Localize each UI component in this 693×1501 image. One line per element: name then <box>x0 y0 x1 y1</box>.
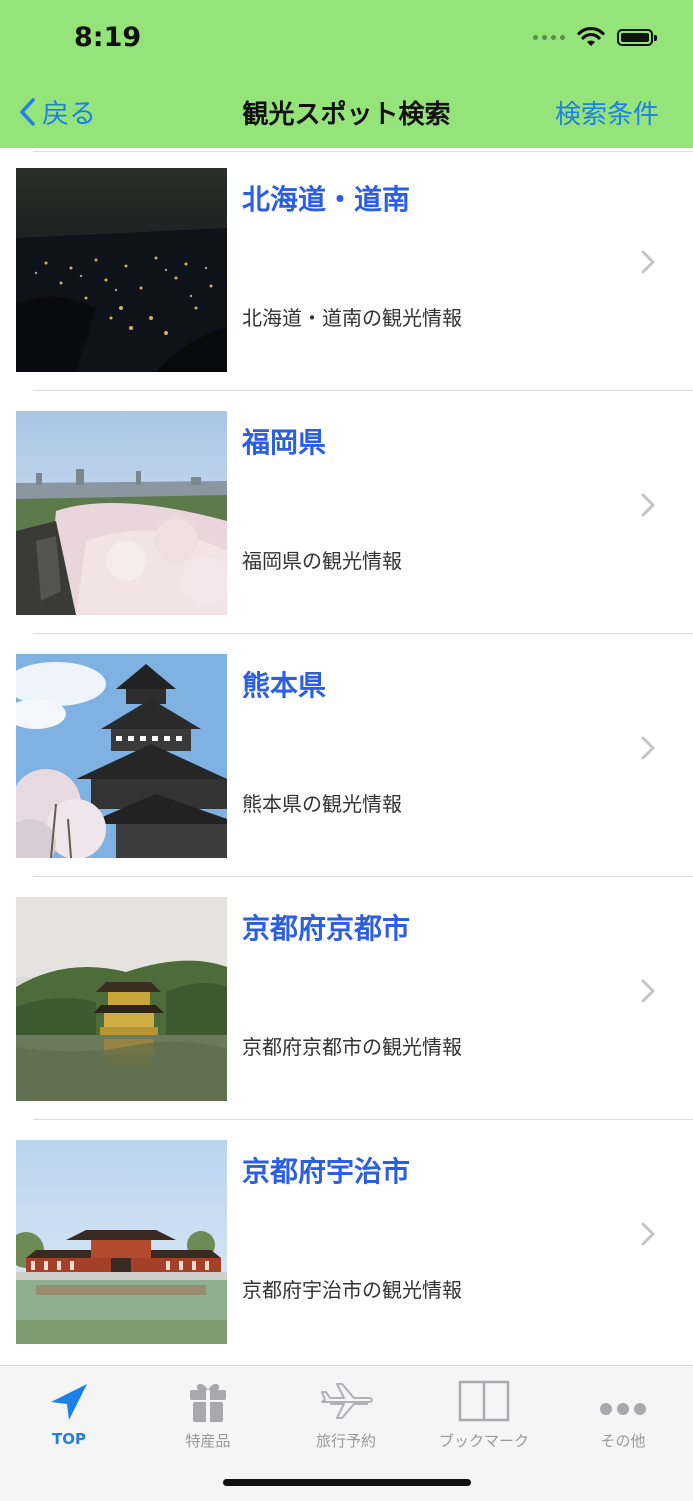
tab-more[interactable]: その他 <box>563 1372 683 1451</box>
spot-subtitle: 京都府京都市の観光情報 <box>242 1035 462 1059</box>
spot-subtitle: 熊本県の観光情報 <box>242 792 402 816</box>
spot-thumbnail <box>16 1140 227 1344</box>
home-indicator <box>223 1479 471 1486</box>
list-item[interactable]: 北海道・道南 北海道・道南の観光情報 <box>0 148 693 391</box>
tab-bookmark[interactable]: ブックマーク <box>424 1372 544 1451</box>
spot-thumbnail <box>16 654 227 858</box>
spot-thumbnail <box>16 168 227 372</box>
battery-icon <box>617 28 657 46</box>
search-conditions-button[interactable]: 検索条件 <box>555 94 659 131</box>
spot-title: 北海道・道南 <box>242 183 411 216</box>
tab-label: その他 <box>600 1432 646 1450</box>
chevron-right-icon <box>641 736 655 760</box>
status-time: 8:19 <box>74 22 142 53</box>
airplane-icon <box>321 1383 373 1419</box>
chevron-right-icon <box>641 1222 655 1246</box>
signal-icon <box>533 34 565 40</box>
status-indicators <box>533 27 657 47</box>
list-item[interactable]: 京都府宇治市 京都府宇治市の観光情報 <box>0 1120 693 1363</box>
spot-subtitle: 福岡県の観光情報 <box>242 549 402 573</box>
tab-specialty[interactable]: 特産品 <box>148 1372 268 1451</box>
wifi-icon <box>577 27 605 46</box>
spot-subtitle: 京都府宇治市の観光情報 <box>242 1278 462 1302</box>
spot-title: 熊本県 <box>242 669 327 702</box>
navigation-header: 8:19 戻る 観光スポット検索 検索条件 <box>0 0 693 148</box>
list-item[interactable]: 京都府京都市 京都府京都市の観光情報 <box>0 877 693 1120</box>
more-icon <box>600 1403 646 1415</box>
tab-label: 特産品 <box>185 1432 231 1450</box>
tab-label: TOP <box>52 1430 86 1448</box>
book-icon <box>458 1380 510 1422</box>
tab-travel-booking[interactable]: 旅行予約 <box>286 1372 406 1451</box>
spot-subtitle: 北海道・道南の観光情報 <box>242 306 462 330</box>
spot-title: 京都府宇治市 <box>242 1155 411 1188</box>
tab-top[interactable]: TOP <box>9 1372 129 1448</box>
spot-thumbnail <box>16 411 227 615</box>
tab-label: ブックマーク <box>438 1432 529 1450</box>
chevron-right-icon <box>641 493 655 517</box>
location-arrow-icon <box>51 1384 87 1420</box>
chevron-right-icon <box>641 979 655 1003</box>
list-item[interactable]: 熊本県 熊本県の観光情報 <box>0 634 693 877</box>
spot-title: 京都府京都市 <box>242 912 411 945</box>
chevron-right-icon <box>641 250 655 274</box>
spot-title: 福岡県 <box>242 426 327 459</box>
spot-thumbnail <box>16 897 227 1101</box>
list-item[interactable]: 福岡県 福岡県の観光情報 <box>0 391 693 634</box>
gift-icon <box>190 1383 226 1422</box>
tab-label: 旅行予約 <box>315 1432 376 1450</box>
